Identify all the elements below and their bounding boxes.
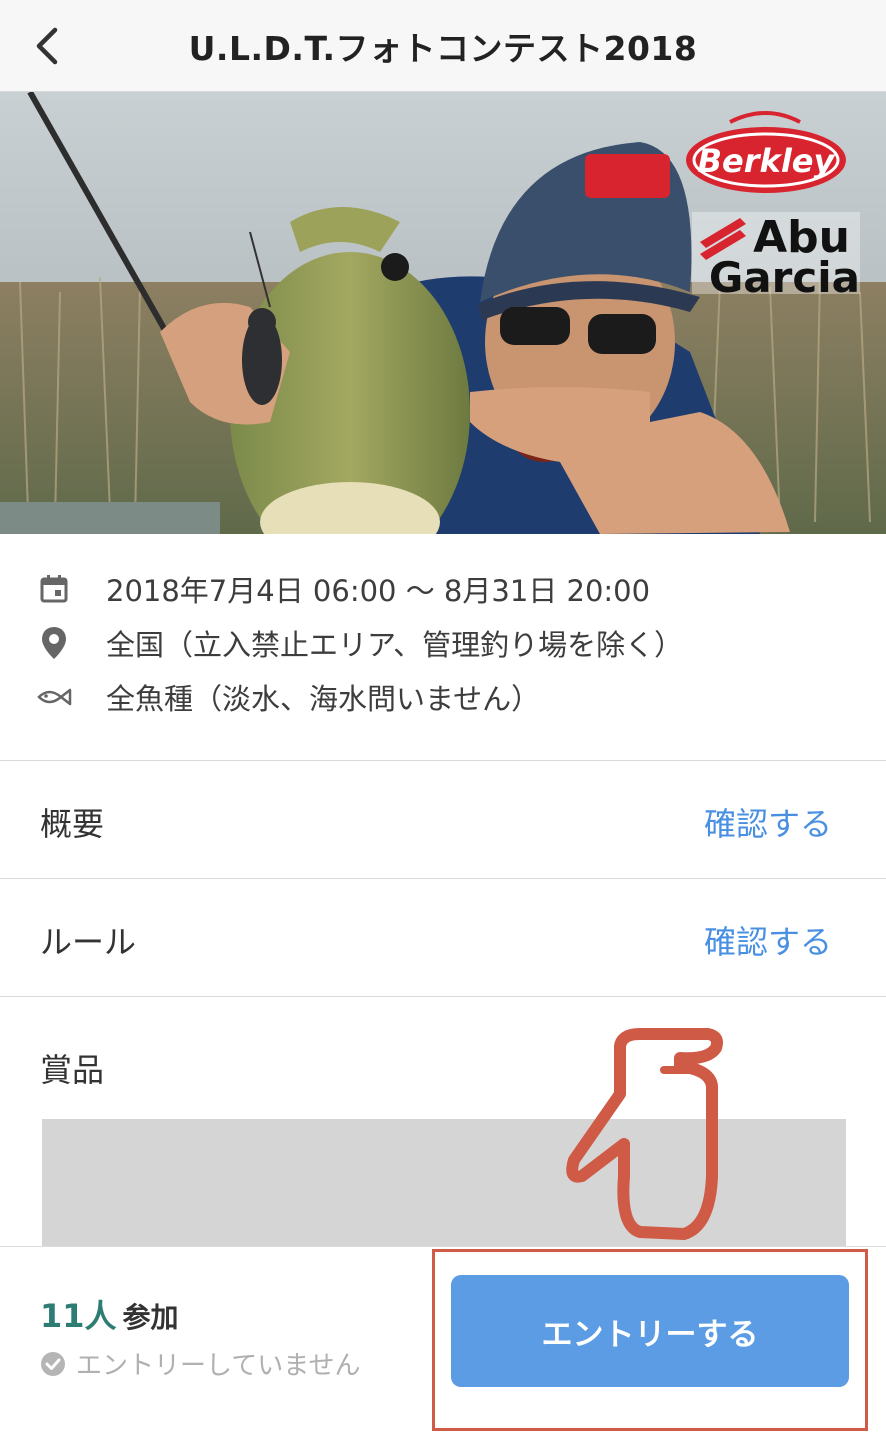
chevron-left-icon: [36, 27, 58, 65]
rules-label: ルール: [40, 923, 137, 961]
abu-garcia-logo: Abu Garcia: [692, 212, 860, 302]
participant-count-label: 参加: [122, 1301, 179, 1334]
participant-count-number: 11人: [40, 1297, 117, 1335]
check-circle-icon: [41, 1351, 65, 1376]
info-date-row: 2018年7月4日 06:00 〜 8月31日 20:00: [0, 562, 886, 616]
info-place-row: 全国（立入禁止エリア、管理釣り場を除く）: [0, 616, 886, 670]
prizes-section: 賞品: [0, 996, 886, 1248]
overview-row[interactable]: 概要 確認する: [0, 760, 886, 878]
entry-footer: 11人 参加 エントリーしていません エントリーする: [0, 1246, 886, 1448]
info-species-row: 全魚種（淡水、海水問いません）: [0, 670, 886, 724]
overview-confirm-link[interactable]: 確認する: [704, 799, 832, 845]
contest-info: 2018年7月4日 06:00 〜 8月31日 20:00 全国（立入禁止エリア…: [0, 534, 886, 760]
pointing-hand-annotation-icon: [566, 1028, 723, 1240]
prizes-label: 賞品: [40, 1051, 105, 1089]
nav-header: U.L.D.T.フォトコンテスト2018: [0, 0, 886, 92]
entry-status: エントリーしていません: [40, 1345, 360, 1382]
svg-text:Garcia: Garcia: [709, 253, 860, 302]
species-text: 全魚種（淡水、海水問いません）: [106, 682, 541, 716]
entry-status-text: エントリーしていません: [76, 1351, 361, 1381]
svg-text:Berkley: Berkley: [698, 142, 836, 180]
contest-hero-image: Berkley Abu Garcia: [0, 92, 886, 534]
page-title: U.L.D.T.フォトコンテスト2018: [188, 29, 698, 68]
back-button[interactable]: [22, 20, 74, 72]
date-text: 2018年7月4日 06:00 〜 8月31日 20:00: [106, 574, 651, 608]
fish-icon: [34, 677, 74, 717]
entry-button[interactable]: エントリーする: [451, 1275, 849, 1387]
place-text: 全国（立入禁止エリア、管理釣り場を除く）: [106, 628, 684, 662]
location-pin-icon: [34, 623, 74, 663]
calendar-icon: [34, 569, 74, 609]
rules-row[interactable]: ルール 確認する: [0, 878, 886, 996]
overview-label: 概要: [40, 805, 105, 843]
rules-confirm-link[interactable]: 確認する: [704, 917, 832, 963]
participant-count: 11人 参加: [40, 1291, 179, 1337]
